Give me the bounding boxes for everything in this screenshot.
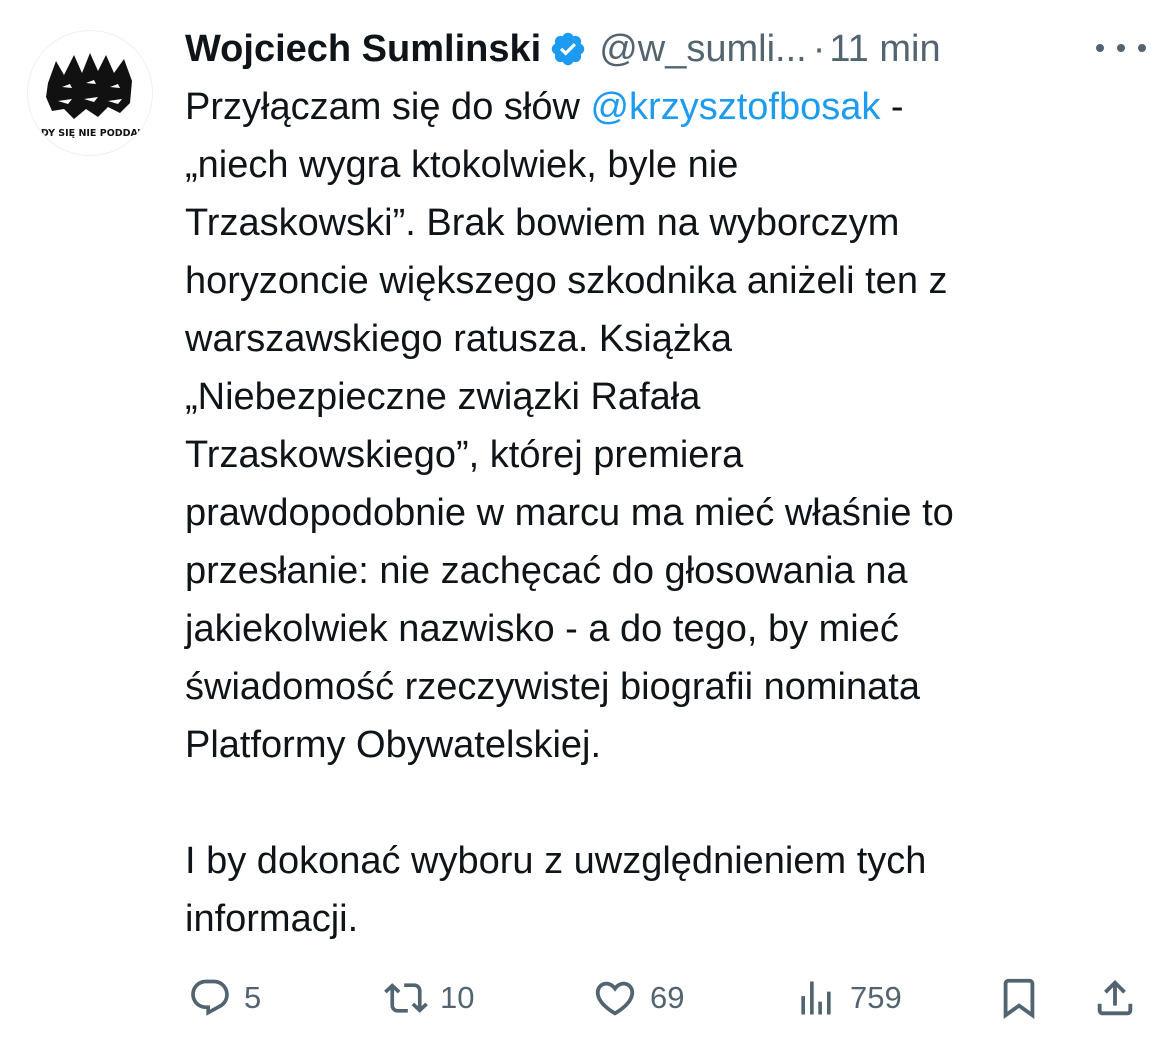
timestamp[interactable]: 11 min	[829, 22, 940, 76]
text-line: Trzaskowski”. Brak bowiem na wyborczym	[185, 202, 900, 244]
text-line: „Niebezpieczne związki Rafała	[185, 376, 701, 418]
tweet-text: Przyłączam się do słów @krzysztofbosak -…	[185, 78, 1145, 948]
text-line: horyzoncie większego szkodnika aniżeli t…	[185, 260, 948, 302]
tweet-header: Wojciech Sumlinski @w_sumli... · 11 min	[185, 22, 941, 76]
avatar[interactable]: NIGDY SIĘ NIE PODDAWAJ	[27, 30, 153, 156]
verified-badge-icon[interactable]	[549, 30, 587, 68]
text-line: Trzaskowskiego”, której premiera	[185, 434, 744, 476]
retweet-count: 10	[440, 980, 475, 1015]
text-fragment: -	[880, 86, 904, 128]
like-button[interactable]: 69	[592, 970, 684, 1026]
action-bar: 5 10 69 759	[0, 970, 1170, 1026]
text-line: świadomość rzeczywistej biografii nomina…	[185, 666, 920, 708]
reply-icon	[191, 979, 229, 1016]
author-name[interactable]: Wojciech Sumlinski	[185, 22, 541, 76]
retweet-button[interactable]: 10	[384, 970, 474, 1026]
text-fragment: Przyłączam się do słów	[185, 86, 591, 128]
views-button[interactable]: 759	[794, 970, 902, 1026]
author-handle[interactable]: @w_sumli...	[599, 22, 807, 76]
views-icon	[801, 981, 831, 1015]
text-line: przesłanie: nie zachęcać do głosowania n…	[185, 550, 908, 592]
retweet-icon	[384, 983, 428, 1013]
text-line: „niech wygra ktokolwiek, byle nie	[185, 144, 739, 186]
avatar-logo-icon: NIGDY SIĘ NIE PODDAWAJ	[28, 53, 152, 139]
more-horizontal-icon[interactable]	[1096, 36, 1146, 60]
share-icon	[1097, 979, 1133, 1016]
bookmark-button[interactable]	[996, 970, 1042, 1026]
mention-link[interactable]: @krzysztofbosak	[590, 86, 880, 128]
text-line: Przyłączam się do słów @krzysztofbosak -	[185, 78, 1145, 136]
text-line: jakiekolwiek nazwisko - a do tego, by mi…	[185, 608, 899, 650]
text-line: informacji.	[185, 898, 359, 940]
text-line: Platformy Obywatelskiej.	[185, 724, 602, 766]
avatar-caption: NIGDY SIĘ NIE PODDAWAJ	[28, 128, 152, 139]
like-count: 69	[650, 980, 685, 1015]
heart-icon	[595, 981, 635, 1016]
share-button[interactable]	[1092, 970, 1138, 1026]
reply-count: 5	[244, 980, 262, 1015]
reply-button[interactable]: 5	[188, 970, 261, 1026]
text-line: prawdopodobnie w marcu ma mieć właśnie t…	[185, 492, 954, 534]
views-count: 759	[850, 980, 902, 1015]
bookmark-icon	[1003, 978, 1035, 1019]
text-line: I by dokonać wyboru z uwzględnieniem tyc…	[185, 840, 927, 882]
text-line: warszawskiego ratusza. Książka	[185, 318, 732, 360]
separator-dot: ·	[812, 28, 826, 70]
